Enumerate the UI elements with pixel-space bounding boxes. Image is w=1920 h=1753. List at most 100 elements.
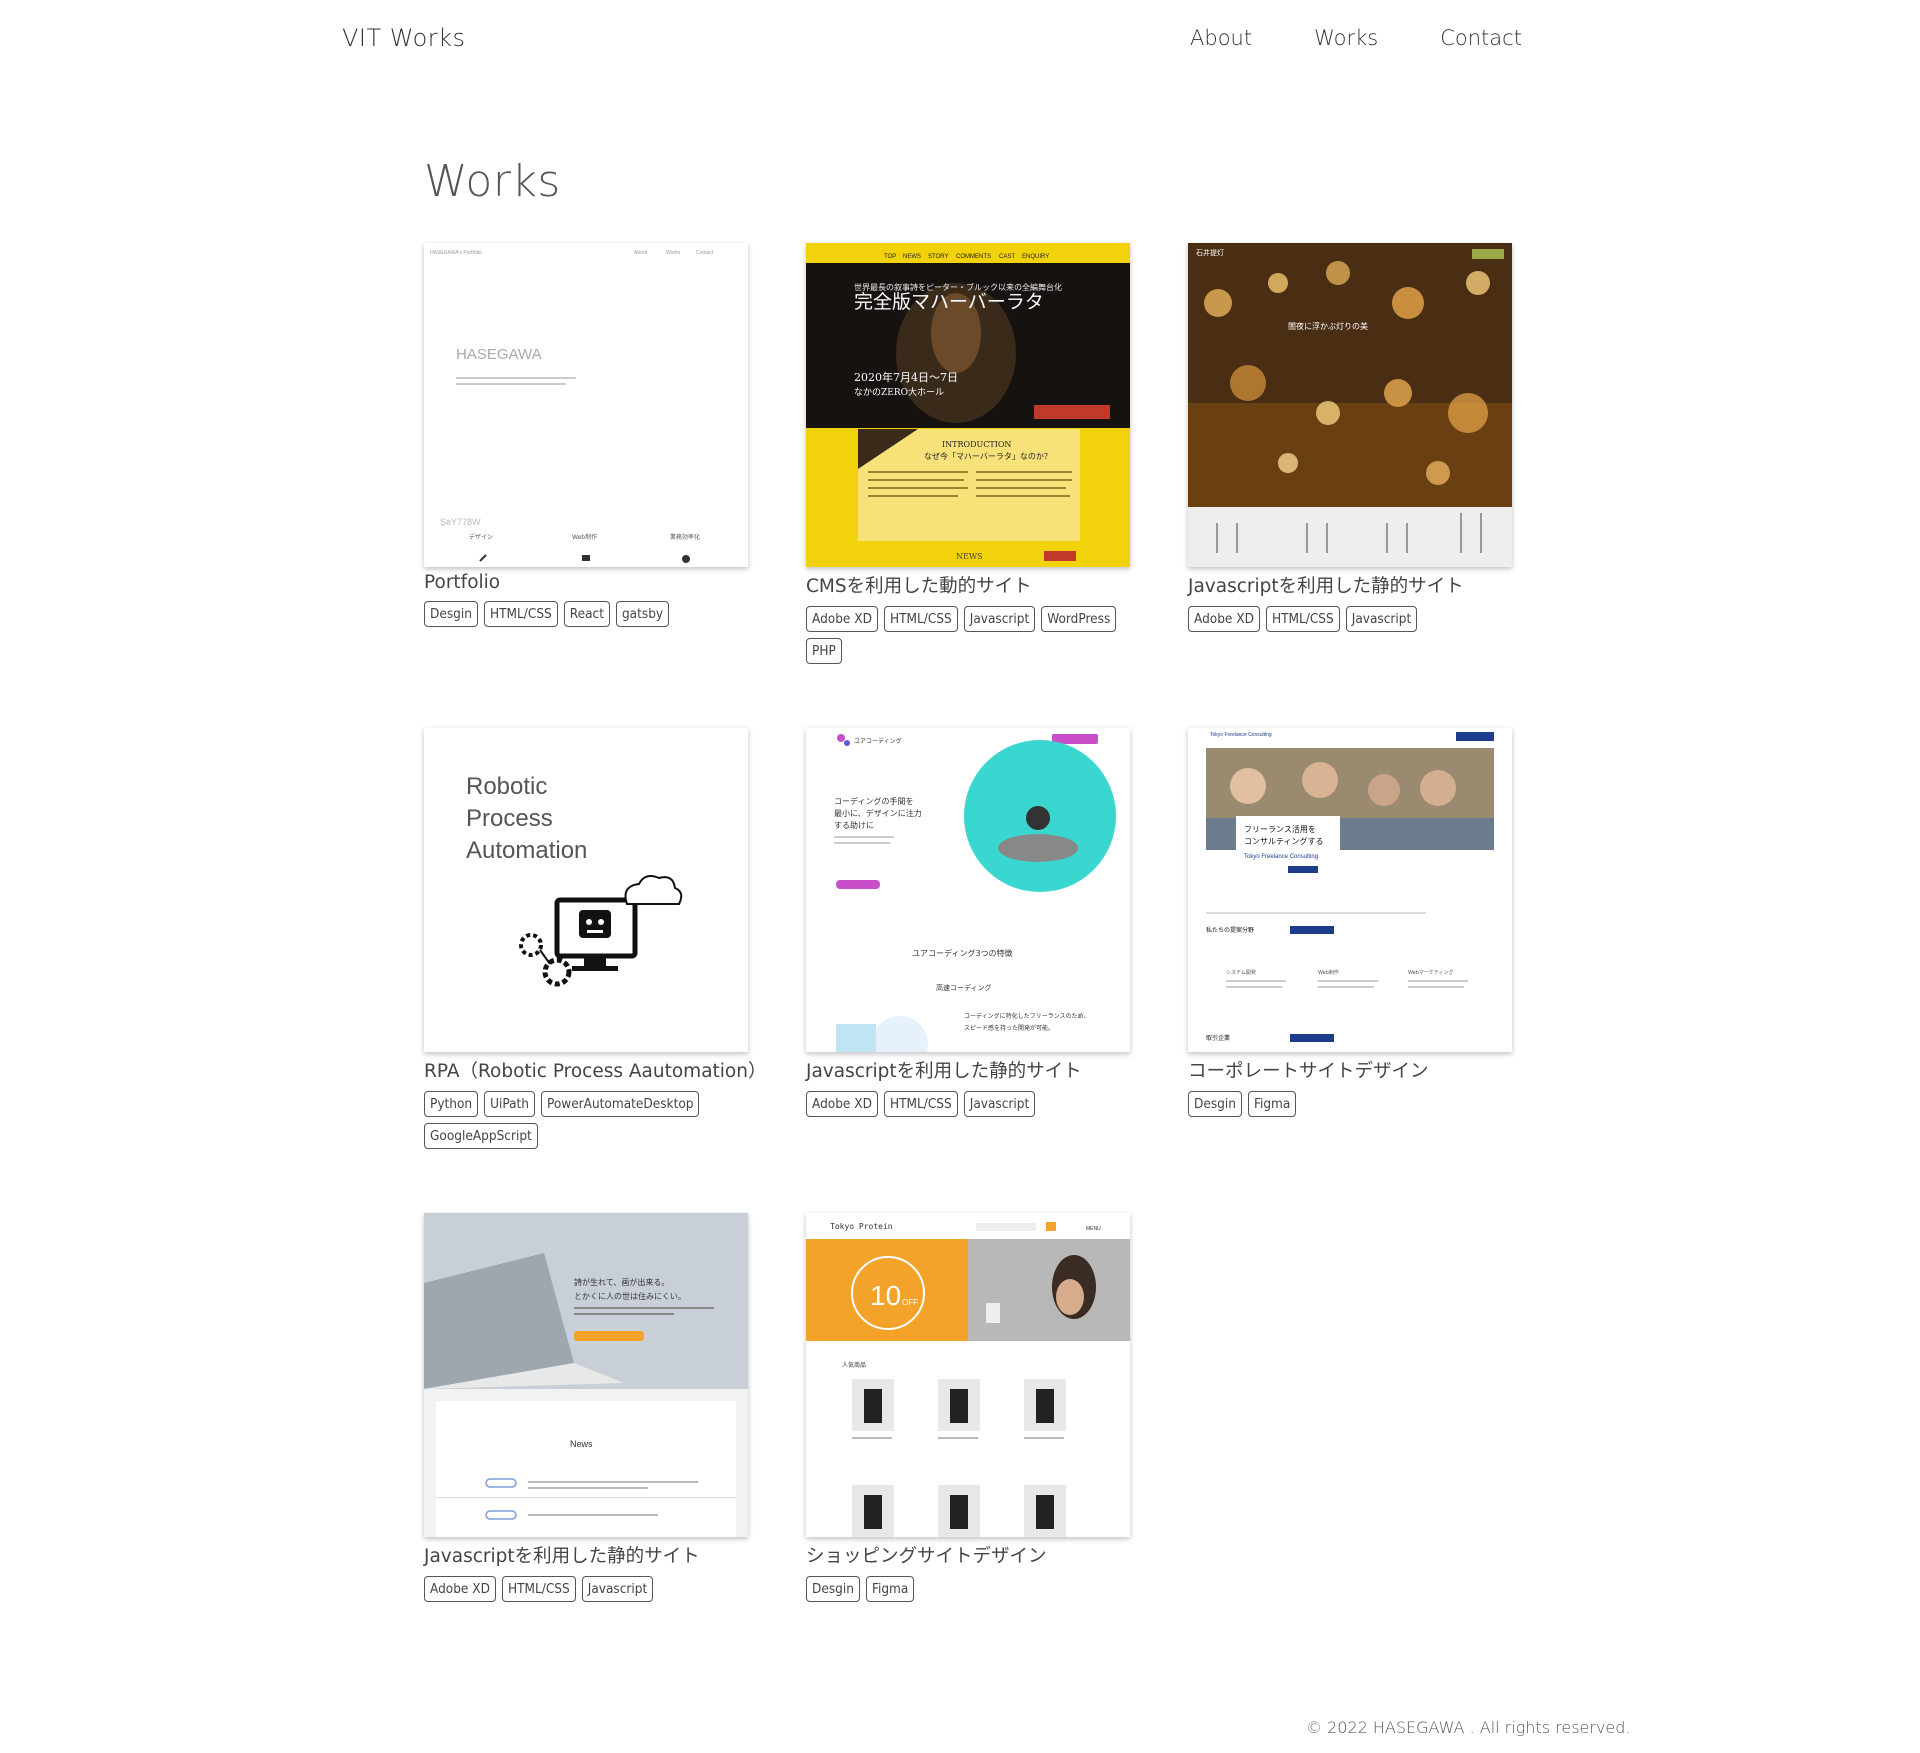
svg-text:コーディングに特化したフリーランスのため、: コーディングに特化したフリーランスのため、: [964, 1012, 1089, 1020]
tag: HTML/CSS: [883, 606, 958, 632]
svg-text:なかのZERO大ホール: なかのZERO大ホール: [854, 386, 944, 398]
tag: React: [563, 601, 610, 627]
tag: PHP: [806, 638, 842, 664]
work-thumbnail-yourcoding[interactable]: ユアコーディング コーディングの手間を 最小に、デザインに注力 する助けに ユア…: [806, 728, 1130, 1052]
svg-text:NEWS: NEWS: [956, 552, 983, 561]
work-title: Portfolio: [424, 572, 501, 593]
works-grid: HASEGAWA's Portfolio About Works Contact…: [424, 243, 1512, 1698]
tag-list: Desgin HTML/CSS React gatsby: [424, 601, 748, 627]
nav-about[interactable]: About: [1190, 26, 1252, 50]
tag-list: Adobe XD HTML/CSS Javascript: [806, 1091, 1130, 1117]
main-nav: About Works Contact: [1190, 26, 1584, 50]
svg-text:CAST: CAST: [999, 254, 1015, 260]
svg-text:Webマーケティング: Webマーケティング: [1408, 969, 1454, 976]
svg-text:人気商品: 人気商品: [842, 1361, 866, 1369]
work-thumbnail-corporate[interactable]: Tokyo Freelance Consulting フリーランス活用を コンサ…: [1188, 728, 1512, 1052]
laptop-screenshot: 詩が生れて、画が出来る。 とかくに人の世は住みにくい。 News: [424, 1213, 748, 1537]
work-card: Tokyo Protein MENU 10 OFF 人気商品 ショッピングサイト…: [806, 1213, 1130, 1698]
rpa-graphic: Robotic Process Automation: [424, 728, 748, 1052]
svg-text:10: 10: [870, 1280, 901, 1311]
svg-text:2020年7月4日～7日: 2020年7月4日～7日: [854, 370, 958, 384]
tag: PowerAutomateDesktop: [541, 1091, 700, 1117]
work-card: Robotic Process Automation RPA（Robotic P…: [424, 728, 767, 1213]
tag-list: Adobe XD HTML/CSS Javascript: [424, 1576, 748, 1602]
tag-list: Desgin Figma: [806, 1576, 1130, 1602]
tag-list: Adobe XD HTML/CSS Javascript WordPress P…: [806, 606, 1130, 664]
svg-text:システム開発: システム開発: [1226, 969, 1256, 976]
svg-text:Tokyo Freelance Consulting: Tokyo Freelance Consulting: [1244, 854, 1318, 860]
svg-text:なぜ今「マハーバーラタ」なのか？: なぜ今「マハーバーラタ」なのか？: [924, 451, 1052, 461]
svg-text:Web制作: Web制作: [572, 533, 597, 541]
svg-text:私たちの提案分野: 私たちの提案分野: [1206, 926, 1254, 934]
work-thumbnail-cms[interactable]: TOP NEWS STORY COMMENTS CAST ENQUIRY 世界最…: [806, 243, 1130, 567]
svg-text:する助けに: する助けに: [834, 820, 874, 830]
svg-text:石井提灯: 石井提灯: [1196, 248, 1224, 257]
work-card: TOP NEWS STORY COMMENTS CAST ENQUIRY 世界最…: [806, 243, 1130, 728]
site-logo[interactable]: VIT Works: [342, 24, 466, 52]
work-title: コーポレートサイトデザイン: [1188, 1061, 1429, 1082]
tag: gatsby: [615, 601, 670, 627]
work-card: ユアコーディング コーディングの手間を 最小に、デザインに注力 する助けに ユア…: [806, 728, 1130, 1213]
svg-text:STORY: STORY: [928, 254, 948, 260]
nav-works[interactable]: Works: [1314, 26, 1378, 50]
svg-text:コンサルティングする: コンサルティングする: [1244, 836, 1324, 846]
work-card: Tokyo Freelance Consulting フリーランス活用を コンサ…: [1188, 728, 1512, 1213]
work-title: ショッピングサイトデザイン: [806, 1546, 1047, 1567]
work-thumbnail-lanterns[interactable]: 石井提灯 闇夜に浮かぶ灯りの美: [1188, 243, 1512, 567]
svg-text:Automation: Automation: [466, 837, 587, 864]
svg-text:ユアコーディング3つの特徴: ユアコーディング3つの特徴: [912, 948, 1013, 958]
tag: Javascript: [581, 1576, 654, 1602]
svg-text:取引企業: 取引企業: [1206, 1034, 1230, 1042]
portfolio-screenshot: HASEGAWA's Portfolio About Works Contact…: [424, 243, 748, 567]
tag: Adobe XD: [1188, 606, 1260, 632]
svg-text:About: About: [634, 250, 648, 256]
work-title: RPA（Robotic Process Aautomation）: [424, 1061, 767, 1082]
svg-text:News: News: [570, 1439, 593, 1449]
svg-text:ENQUIRY: ENQUIRY: [1022, 254, 1049, 260]
svg-text:MENU: MENU: [1086, 1226, 1101, 1232]
corporate-screenshot: Tokyo Freelance Consulting フリーランス活用を コンサ…: [1188, 728, 1512, 1052]
work-thumbnail-rpa[interactable]: Robotic Process Automation: [424, 728, 748, 1052]
footer-copyright: © 2022 HASEGAWA . All rights reserved.: [1306, 1718, 1631, 1737]
svg-text:HASEGAWA: HASEGAWA: [456, 346, 542, 363]
nav-contact[interactable]: Contact: [1440, 26, 1522, 50]
work-thumbnail-laptop[interactable]: 詩が生れて、画が出来る。 とかくに人の世は住みにくい。 News: [424, 1213, 748, 1537]
tag: Figma: [865, 1576, 915, 1602]
tag: Javascript: [1345, 606, 1418, 632]
tag-list: Python UiPath PowerAutomateDesktop Googl…: [424, 1091, 748, 1149]
svg-text:スピード感を持った開発が可能。: スピード感を持った開発が可能。: [964, 1024, 1054, 1032]
work-thumbnail-portfolio[interactable]: HASEGAWA's Portfolio About Works Contact…: [424, 243, 748, 567]
page-title: Works: [424, 156, 561, 207]
svg-text:NEWS: NEWS: [903, 254, 921, 260]
tag: HTML/CSS: [1265, 606, 1340, 632]
tag-list: Desgin Figma: [1188, 1091, 1512, 1117]
tag: UiPath: [484, 1091, 535, 1117]
svg-text:Tokyo Protein: Tokyo Protein: [830, 1222, 893, 1231]
svg-text:コーディングの手間を: コーディングの手間を: [834, 796, 913, 806]
svg-text:ユアコーディング: ユアコーディング: [854, 737, 902, 745]
work-title: Javascriptを利用した静的サイト: [1188, 576, 1464, 597]
work-thumbnail-shopping[interactable]: Tokyo Protein MENU 10 OFF 人気商品: [806, 1213, 1130, 1537]
svg-text:HASEGAWA's Portfolio: HASEGAWA's Portfolio: [430, 250, 482, 256]
tag: Adobe XD: [806, 1091, 878, 1117]
svg-text:詩が生れて、画が出来る。: 詩が生れて、画が出来る。: [574, 1277, 669, 1287]
svg-text:業務効率化: 業務効率化: [670, 533, 700, 541]
work-card: 詩が生れて、画が出来る。 とかくに人の世は住みにくい。 News Javascr…: [424, 1213, 748, 1698]
tag: Figma: [1247, 1091, 1297, 1117]
svg-text:TOP: TOP: [884, 254, 896, 260]
svg-text:Tokyo Freelance Consulting: Tokyo Freelance Consulting: [1210, 732, 1272, 738]
tag: Desgin: [806, 1576, 860, 1602]
svg-text:COMMENTS: COMMENTS: [956, 254, 991, 260]
lantern-screenshot: 石井提灯 闇夜に浮かぶ灯りの美: [1188, 243, 1512, 567]
tag: Python: [424, 1091, 479, 1117]
tag: HTML/CSS: [883, 1091, 958, 1117]
svg-text:とかくに人の世は住みにくい。: とかくに人の世は住みにくい。: [574, 1291, 686, 1301]
mahabharata-screenshot: TOP NEWS STORY COMMENTS CAST ENQUIRY 世界最…: [806, 243, 1130, 567]
work-title: CMSを利用した動的サイト: [806, 576, 1032, 597]
shopping-screenshot: Tokyo Protein MENU 10 OFF 人気商品: [806, 1213, 1130, 1537]
svg-text:高速コーディング: 高速コーディング: [936, 983, 992, 992]
tag: Desgin: [1188, 1091, 1242, 1117]
svg-text:フリーランス活用を: フリーランス活用を: [1244, 824, 1316, 834]
svg-text:闇夜に浮かぶ灯りの美: 闇夜に浮かぶ灯りの美: [1288, 321, 1368, 331]
tag: Javascript: [963, 1091, 1036, 1117]
